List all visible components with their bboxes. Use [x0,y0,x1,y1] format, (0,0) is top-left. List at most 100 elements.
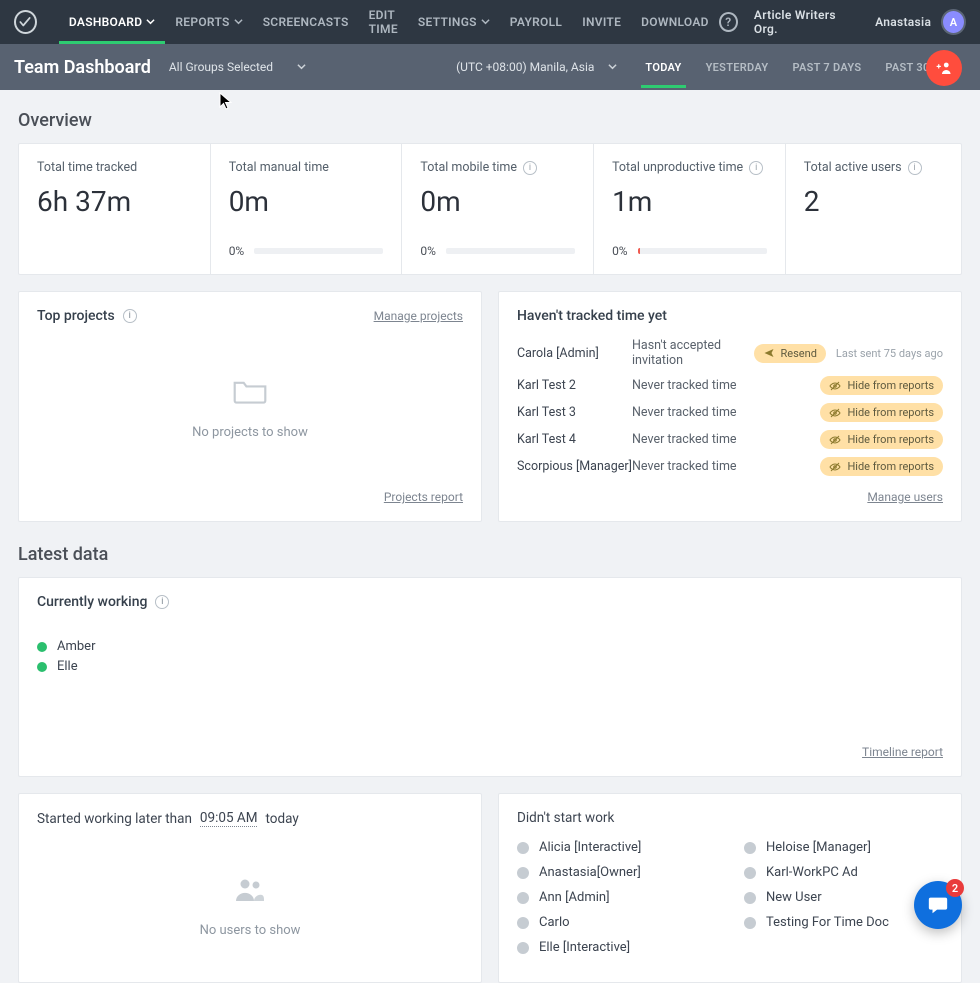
hide-from-reports-button[interactable]: Hide from reports [820,430,943,449]
hide-from-reports-button[interactable]: Hide from reports [820,376,943,395]
nav-payroll[interactable]: PAYROLL [500,0,572,44]
didnt-start-col-1: Alicia [Interactive]Anastasia[Owner]Ann … [517,840,716,955]
date-tab-past-7-days[interactable]: PAST 7 DAYS [788,47,865,88]
help-icon[interactable]: ? [719,12,738,32]
stat-progress: 0% [420,244,575,258]
timezone-selector[interactable]: (UTC +08:00) Manila, Asia [456,60,617,74]
resend-button[interactable]: Resend [754,344,826,363]
user-status: Never tracked time [632,378,820,393]
user-name: Elle [Interactive] [539,940,630,955]
offline-dot-icon [517,917,529,929]
info-icon[interactable]: i [908,161,922,175]
started-late-empty: No users to show [37,827,463,966]
chat-button[interactable]: 2 [914,881,962,929]
info-icon[interactable]: i [523,161,537,175]
nav-dashboard[interactable]: DASHBOARD [59,0,165,44]
timeline-report-link[interactable]: Timeline report [862,745,943,759]
didnt-start-user: Carlo [517,915,716,930]
currently-working-user: Elle [37,659,943,674]
nav-download[interactable]: DOWNLOAD [631,0,719,44]
info-icon[interactable]: i [123,309,137,323]
overview-title: Overview [18,110,962,131]
didnt-start-title: Didn't start work [517,810,943,826]
user-status: Never tracked time [632,459,820,474]
progress-bar [254,248,383,254]
stat-value: 0m [229,185,384,218]
stat-value: 2 [804,185,943,218]
chevron-down-icon [608,60,617,74]
online-dot-icon [37,662,47,672]
didnt-start-user: Testing For Time Doc [744,915,943,930]
currently-working-panel: Currently working i AmberElle Timeline r… [18,577,962,777]
user-name[interactable]: Anastasia [875,15,931,29]
stat-value: 1m [612,185,767,218]
didnt-start-col-2: Heloise [Manager] Karl-WorkPC Ad New User T… [744,840,943,955]
user-name: Karl Test 3 [517,405,632,420]
started-late-title: Started working later than 09:05 AM toda… [37,810,463,827]
sub-header: Team Dashboard All Groups Selected (UTC … [0,44,980,90]
stat-card: Total unproductive timei1m0% [594,144,786,274]
user-name: Carola [Admin] [517,346,632,361]
top-projects-title: Top projects i [37,308,137,324]
avatar[interactable]: A [941,9,966,35]
late-time-threshold[interactable]: 09:05 AM [200,810,258,827]
latest-data-title: Latest data [18,544,962,565]
manage-projects-link[interactable]: Manage projects [374,309,463,323]
offline-dot-icon [517,892,529,904]
nav-reports[interactable]: REPORTS [165,0,252,44]
hide-from-reports-button[interactable]: Hide from reports [820,403,943,422]
org-name[interactable]: Article Writers Org. [754,8,857,36]
stat-progress: 0% [229,244,384,258]
group-selector[interactable]: All Groups Selected [169,60,306,74]
stat-card: Total manual time0m0% [211,144,403,274]
nav-items: DASHBOARDREPORTSSCREENCASTSEDIT TIMESETT… [59,0,719,44]
stat-pct: 0% [612,244,628,258]
offline-dot-icon [517,842,529,854]
havent-tracked-row: Carola [Admin]Hasn't accepted invitation… [517,334,943,372]
projects-report-link[interactable]: Projects report [384,490,463,504]
chevron-down-icon [146,15,155,29]
nav-invite[interactable]: INVITE [572,0,631,44]
page-title: Team Dashboard [14,57,151,78]
folder-icon [232,375,268,409]
offline-dot-icon [744,842,756,854]
info-icon[interactable]: i [155,595,169,609]
info-icon[interactable]: i [749,161,763,175]
user-name: Karl-WorkPC Ad [766,865,858,880]
user-name: Scorpious [Manager] [517,459,632,474]
havent-tracked-row: Karl Test 4Never tracked timeHide from r… [517,426,943,453]
currently-working-list: Amber Elle [37,634,943,679]
nav-settings[interactable]: SETTINGS [408,0,500,44]
didnt-start-user: Heloise [Manager] [744,840,943,855]
invite-user-button[interactable] [926,50,962,86]
havent-tracked-list: Carola [Admin]Hasn't accepted invitation… [517,334,943,480]
user-name: Elle [57,659,78,674]
user-status: Never tracked time [632,432,820,447]
chevron-down-icon [297,60,306,74]
user-name: Carlo [539,915,570,930]
date-tab-yesterday[interactable]: YESTERDAY [702,47,773,88]
user-name: Alicia [Interactive] [539,840,641,855]
progress-bar [638,248,767,254]
date-tabs: TODAYYESTERDAYPAST 7 DAYSPAST 30 DAYS [641,47,964,88]
user-name: Karl Test 4 [517,432,632,447]
nav-screencasts[interactable]: SCREENCASTS [253,0,359,44]
top-nav: DASHBOARDREPORTSSCREENCASTSEDIT TIMESETT… [0,0,980,44]
stat-label: Total time tracked [37,160,192,175]
top-projects-panel: Top projects i Manage projects No projec… [18,291,482,522]
stat-cards: Total time tracked6h 37mTotal manual tim… [18,143,962,275]
user-name: New User [766,890,822,905]
stat-progress: 0% [612,244,767,258]
online-dot-icon [37,642,47,652]
nav-edit time[interactable]: EDIT TIME [359,0,408,44]
hide-from-reports-button[interactable]: Hide from reports [820,457,943,476]
content: Overview Total time tracked6h 37mTotal m… [0,90,980,983]
date-tab-today[interactable]: TODAY [641,47,685,88]
didnt-start-panel: Didn't start work Alicia [Interactive]An… [498,793,962,983]
havent-tracked-row: Karl Test 2Never tracked timeHide from r… [517,372,943,399]
manage-users-link[interactable]: Manage users [867,490,943,504]
started-late-empty-text: No users to show [200,923,301,938]
app-logo [14,10,37,34]
havent-tracked-title: Haven't tracked time yet [517,308,667,324]
user-name: Amber [57,639,95,654]
